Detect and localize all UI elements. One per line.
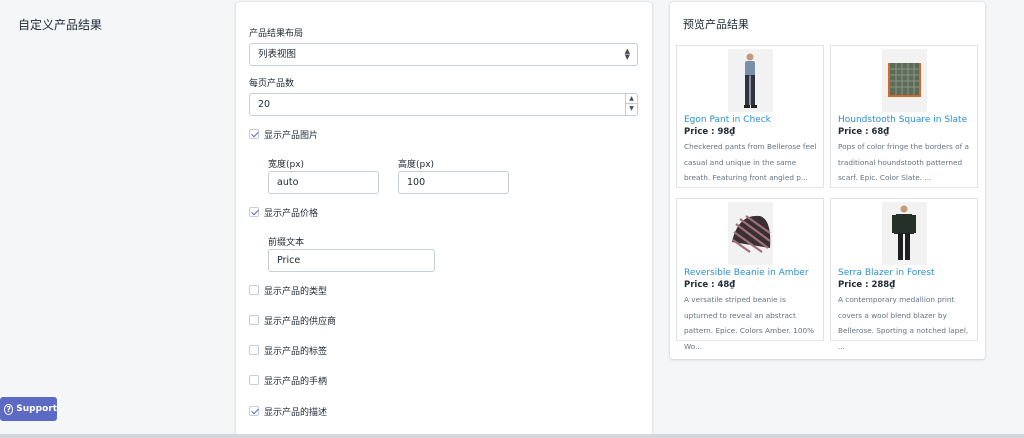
help-circle-icon: ? [4,403,14,415]
select-arrows-icon: ▲ ▼ [624,47,630,61]
product-description: Checkered pants from Bellerose feel casu… [684,142,817,182]
pants-photo-icon[interactable] [728,49,773,112]
height-label: 高度(px) [398,160,435,170]
layout-label: 产品结果布局 [249,29,304,39]
per-page-value: 20 [258,99,271,110]
per-page-input[interactable]: 20 ▲ ▼ [249,93,638,116]
show-tags-label: 显示产品的标签 [264,346,328,357]
product-name-link[interactable]: Houndstooth Square in Slate [838,115,967,125]
prefix-label: 前缀文本 [268,238,305,248]
product-card[interactable]: Houndstooth Square in Slate Price : 68₫ … [830,45,978,188]
height-value: 100 [407,177,426,188]
product-description: A contemporary medallion print covers a … [838,295,969,351]
support-button[interactable]: ? Support [0,397,57,421]
beanie-photo-icon[interactable] [728,202,773,265]
show-desc-option[interactable]: 显示产品的描述 [249,404,327,418]
width-value: auto [277,177,299,188]
support-label: Support [16,404,57,414]
product-name-link[interactable]: Serra Blazer in Forest [838,268,935,278]
show-type-option[interactable]: 显示产品的类型 [249,283,327,297]
show-image-label: 显示产品图片 [264,130,319,141]
layout-select[interactable]: 列表视图 ▲ ▼ [249,43,638,66]
product-card[interactable]: Reversible Beanie in Amber Price : 48₫ A… [676,198,824,351]
preview-title: 预览产品结果 [683,18,749,31]
show-desc-checkbox[interactable] [249,406,259,416]
show-price-checkbox[interactable] [249,207,259,217]
product-price: Price : 68₫ [838,127,890,137]
product-card[interactable]: Egon Pant in Check Price : 98₫ Checkered… [676,45,824,188]
blazer-photo-icon[interactable] [882,202,927,265]
show-tags-option[interactable]: 显示产品的标签 [249,343,327,357]
show-price-option[interactable]: 显示产品价格 [249,205,318,219]
width-label: 宽度(px) [268,160,305,170]
show-type-checkbox[interactable] [249,285,259,295]
stepper-up-icon[interactable]: ▲ [626,94,637,104]
show-vendor-label: 显示产品的供应商 [264,316,337,327]
product-card[interactable]: Serra Blazer in Forest Price : 288₫ A co… [830,198,978,351]
layout-select-value: 列表视图 [258,49,297,60]
show-handle-label: 显示产品的手柄 [264,376,328,387]
show-handle-checkbox[interactable] [249,375,259,385]
product-price: Price : 48₫ [684,280,736,290]
show-tags-checkbox[interactable] [249,345,259,355]
scarf-photo-icon[interactable] [882,49,927,112]
product-price: Price : 288₫ [838,280,896,290]
show-type-label: 显示产品的类型 [264,286,328,297]
product-description: A versatile striped beanie is upturned t… [684,295,815,351]
number-stepper[interactable]: ▲ ▼ [625,94,637,115]
prefix-input[interactable]: Price [268,249,435,272]
show-price-label: 显示产品价格 [264,208,319,219]
show-desc-label: 显示产品的描述 [264,407,328,418]
height-input[interactable]: 100 [398,171,509,194]
width-input[interactable]: auto [268,171,379,194]
section-title: 自定义产品结果 [18,18,103,32]
product-description: Pops of color fringe the borders of a tr… [838,142,969,182]
stepper-down-icon[interactable]: ▼ [626,104,637,114]
per-page-label: 每页产品数 [249,79,295,89]
product-price: Price : 98₫ [684,127,736,137]
show-handle-option[interactable]: 显示产品的手柄 [249,373,327,387]
product-name-link[interactable]: Egon Pant in Check [684,115,771,125]
show-image-checkbox[interactable] [249,129,259,139]
product-name-link[interactable]: Reversible Beanie in Amber [684,268,809,278]
show-image-option[interactable]: 显示产品图片 [249,127,318,141]
show-vendor-option[interactable]: 显示产品的供应商 [249,313,336,327]
prefix-value: Price [277,255,301,266]
horizontal-scrollbar[interactable] [0,434,1024,438]
show-vendor-checkbox[interactable] [249,315,259,325]
